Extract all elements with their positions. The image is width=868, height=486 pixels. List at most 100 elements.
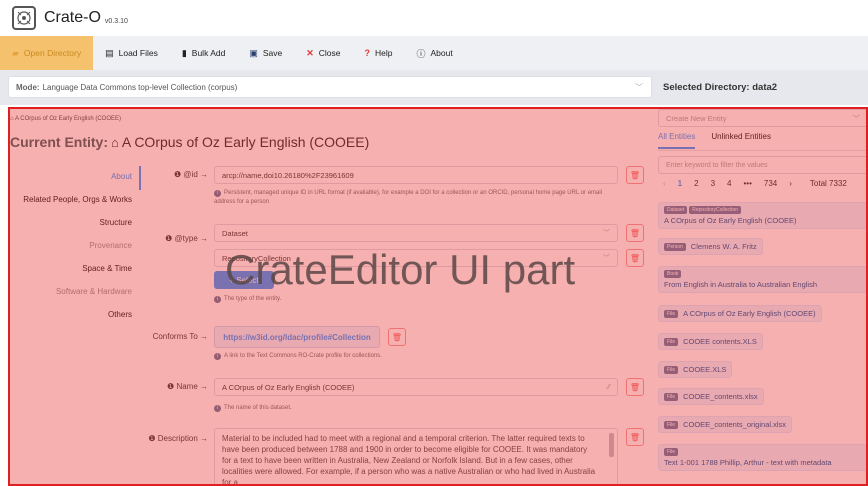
chevron-down-icon: ﹀ — [852, 113, 861, 123]
chevron-down-icon: ﹀ — [603, 255, 610, 262]
trash-icon: 🗑 — [629, 170, 641, 180]
active-tab-indicator — [139, 166, 141, 190]
tab-others[interactable]: Others — [108, 310, 132, 319]
tab-provenance[interactable]: Provenance — [89, 241, 132, 250]
tab-software[interactable]: Software & Hardware — [56, 287, 132, 296]
entity-name: COOEE_contents.xlsx — [683, 392, 758, 401]
type-badge: File — [664, 309, 679, 318]
delete-description-button[interactable]: 🗑 — [626, 428, 644, 446]
list-item[interactable]: Person Clemens W. A. Fritz — [658, 238, 763, 255]
load-files-button[interactable]: ▤ Load Files — [93, 36, 170, 70]
page-2[interactable]: 2 — [694, 179, 698, 188]
crate-o-logo-icon — [12, 6, 36, 30]
type-badge: File — [664, 392, 679, 401]
filter-input[interactable]: Enter keyword to filter the values — [658, 156, 868, 174]
tab-structure[interactable]: Structure — [100, 218, 132, 227]
page-ellipsis[interactable]: ••• — [743, 179, 751, 188]
conforms-label: Conforms To → — [152, 332, 208, 341]
tab-related[interactable]: Related People, Orgs & Works — [23, 195, 132, 204]
page-title: Current Entity: ⌂ A COrpus of Oz Early Eng… — [10, 134, 370, 150]
tab-unlinked-entities[interactable]: Unlinked Entities — [711, 132, 771, 149]
app-name: Crate-O — [44, 9, 101, 26]
delete-conforms-button[interactable]: 🗑 — [388, 328, 406, 346]
page-734[interactable]: 734 — [764, 179, 777, 188]
required-icon: ❶ — [165, 234, 173, 243]
entity-name: Clemens W. A. Fritz — [690, 242, 757, 251]
total-count: Total 7332 — [809, 179, 847, 188]
bulk-add-button[interactable]: ▮ Bulk Add — [170, 36, 238, 70]
page-3[interactable]: 3 — [711, 179, 715, 188]
type-badge: File — [664, 448, 679, 456]
resize-handle-icon: ⁄⁄ — [607, 383, 610, 391]
prev-page-button[interactable]: ‹ — [663, 179, 666, 188]
tab-all-entities[interactable]: All Entities — [658, 132, 696, 149]
home-icon: ⌂ — [10, 116, 14, 122]
app-header: Crate-O v0.3.10 — [0, 0, 868, 36]
required-icon: ❶ — [148, 434, 156, 443]
trash-icon: 🗑 — [629, 253, 641, 263]
list-item[interactable]: Dataset RepositoryCollection A COrpus of … — [658, 202, 868, 229]
load-files-icon: ▤ — [105, 47, 114, 58]
list-item[interactable]: File Text 1-001 1788 Phillip, Arthur - t… — [658, 444, 868, 471]
tab-about[interactable]: About — [111, 172, 132, 181]
trash-icon: 🗑 — [629, 382, 641, 392]
description-label: ❶ Description → — [148, 434, 208, 443]
select-type-button[interactable]: + Select — [214, 271, 274, 289]
trash-icon: 🗑 — [629, 228, 641, 238]
entity-name: COOEE contents.XLS — [683, 337, 757, 346]
delete-type-button[interactable]: 🗑 — [626, 249, 644, 267]
help-button[interactable]: ? Help — [353, 36, 405, 70]
create-entity-select[interactable]: Create New Entity ﹀ — [658, 109, 868, 127]
info-icon: i — [214, 296, 221, 303]
tab-space-time[interactable]: Space & Time — [82, 264, 132, 273]
conforms-hint: iA link to the Text Commons RO-Crate pro… — [214, 352, 382, 361]
mode-select[interactable]: Mode: Language Data Commons top-level Co… — [8, 76, 652, 98]
page-4[interactable]: 4 — [727, 179, 731, 188]
id-input[interactable]: arcp://name,doi10.26180%2F23961609 — [214, 166, 618, 184]
name-hint: i The name of this dataset. — [214, 404, 292, 413]
entity-name: COOEE.XLS — [683, 365, 727, 374]
type-badge: Person — [664, 242, 686, 251]
open-directory-button[interactable]: ▰ Open Directory — [0, 36, 94, 70]
description-textarea[interactable]: Material to be included had to meet with… — [214, 428, 618, 486]
info-icon: i — [214, 405, 221, 412]
home-icon: ⌂ — [111, 135, 119, 150]
list-item[interactable]: File COOEE contents.XLS — [658, 333, 763, 350]
save-button[interactable]: ▣ Save — [237, 36, 294, 70]
delete-id-button[interactable]: 🗑 — [626, 166, 644, 184]
conforms-to-link[interactable]: https://w3id.org/ldac/profile#Collection — [214, 326, 380, 348]
required-icon: ❶ — [167, 382, 175, 391]
next-page-button[interactable]: › — [789, 179, 792, 188]
mode-value: Language Data Commons top-level Collecti… — [42, 82, 238, 92]
entity-name: COOEE_contents_original.xlsx — [683, 420, 787, 429]
close-icon: ✕ — [306, 47, 314, 58]
type-badge: RepositoryCollection — [689, 206, 742, 214]
type-select-dataset[interactable]: Dataset ﹀ — [214, 224, 618, 242]
list-item[interactable]: File A COrpus of Oz Early English (COOEE) — [658, 305, 822, 322]
save-icon: ▣ — [249, 47, 258, 58]
list-item[interactable]: File COOEE_contents_original.xlsx — [658, 416, 793, 433]
chevron-down-icon: ﹀ — [635, 82, 643, 92]
name-input[interactable]: A COrpus of Oz Early English (COOEE) ⁄⁄ — [214, 378, 618, 396]
type-label: ❶ @type → — [165, 234, 208, 243]
about-button[interactable]: ⓘ About — [405, 36, 465, 70]
breadcrumb[interactable]: ⌂ A COrpus of Oz Early English (COOEE) — [10, 116, 121, 122]
trash-icon: 🗑 — [391, 332, 403, 342]
list-item[interactable]: Book From English in Australia to Austra… — [658, 266, 868, 293]
folder-open-icon: ▰ — [12, 47, 19, 58]
close-button[interactable]: ✕ Close — [294, 36, 352, 70]
type-badge: File — [664, 365, 679, 374]
id-label: ❶ @id → — [174, 170, 208, 179]
crate-editor: ⌂ A COrpus of Oz Early English (COOEE) C… — [0, 106, 868, 486]
entity-editor: ⌂ A COrpus of Oz Early English (COOEE) C… — [0, 106, 655, 486]
type-badge: Book — [664, 270, 682, 278]
page-1[interactable]: 1 — [678, 179, 682, 188]
list-item[interactable]: File COOEE_contents.xlsx — [658, 388, 764, 405]
entity-name: A COrpus of Oz Early English (COOEE) — [664, 216, 797, 225]
entity-list-panel: Create New Entity ﹀ All Entities Unlinked… — [655, 106, 868, 486]
list-item[interactable]: File COOEE.XLS — [658, 361, 733, 378]
delete-name-button[interactable]: 🗑 — [626, 378, 644, 396]
type-select-collection[interactable]: RepositoryCollection ﹀ — [214, 249, 618, 267]
description-scrollbar[interactable] — [609, 433, 614, 457]
delete-type-button[interactable]: 🗑 — [626, 224, 644, 242]
